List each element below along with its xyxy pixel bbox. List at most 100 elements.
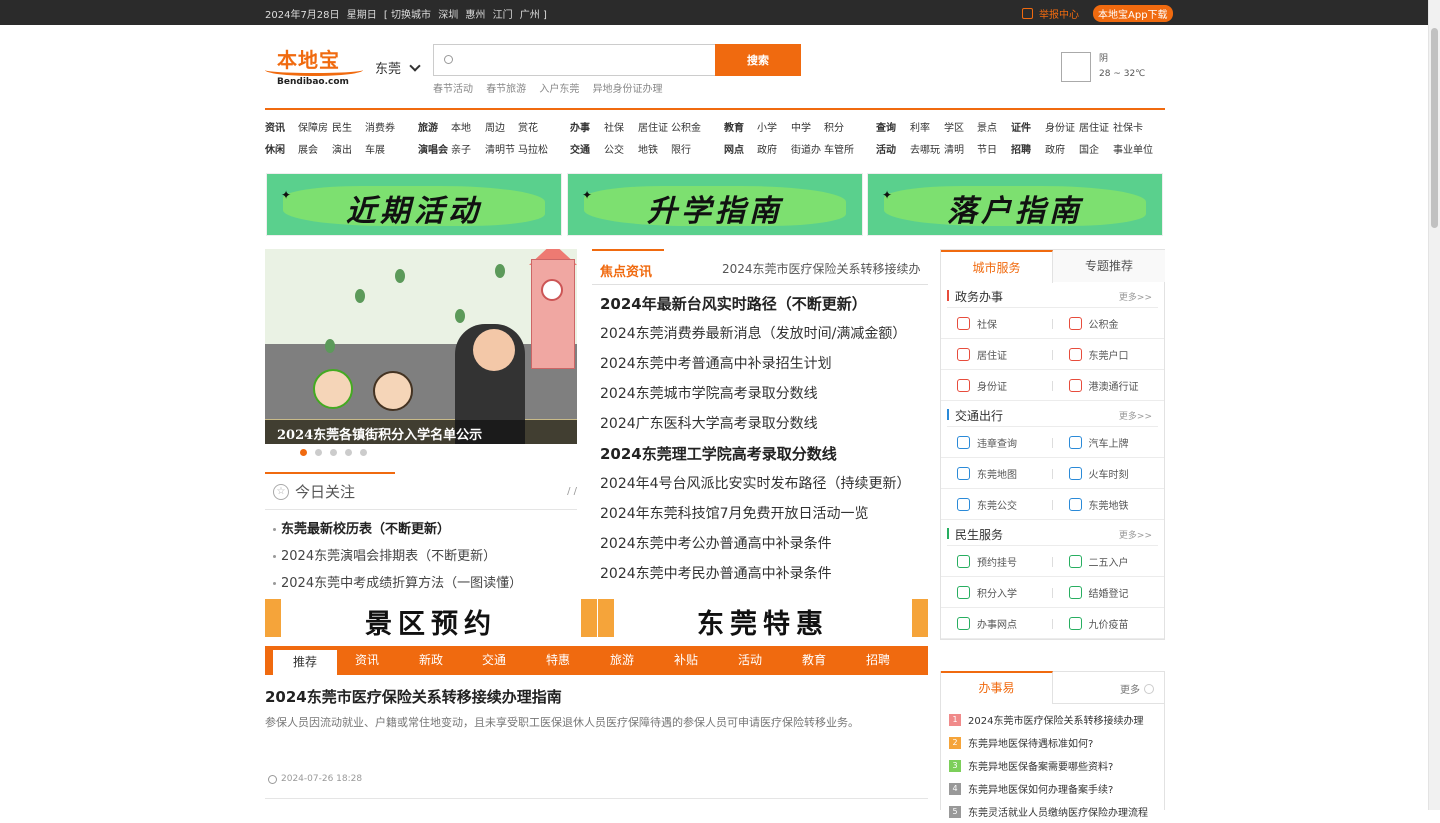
nav-link[interactable]: 政府 — [1045, 141, 1065, 156]
news-item[interactable]: 2024东莞中考民办普通高中补录条件 — [600, 559, 928, 589]
slider-dot[interactable] — [315, 449, 322, 456]
nav-link[interactable]: 车管所 — [824, 141, 854, 156]
nav-link[interactable]: 展会 — [298, 141, 318, 156]
banner-household-guide[interactable]: ✦ 落户指南 — [867, 173, 1163, 236]
hotword-link[interactable]: 异地身份证办理 — [593, 84, 663, 95]
news-item[interactable]: 2024年4号台风派比安实时发布路径（持续更新） — [600, 469, 928, 499]
news-item[interactable]: 2024广东医科大学高考录取分数线 — [600, 409, 928, 439]
service-link[interactable]: 公积金 — [1052, 308, 1164, 339]
site-logo[interactable]: 本地宝 Bendibao.com — [265, 42, 363, 88]
app-download-button[interactable]: 本地宝App下载 — [1093, 5, 1173, 22]
city-link-huizhou[interactable]: 惠州 — [465, 10, 485, 21]
list-item[interactable]: 3 东莞异地医保备案需要哪些资料? — [949, 754, 1164, 777]
news-item[interactable]: 2024东莞理工学院高考录取分数线 — [600, 439, 928, 469]
slider-dot[interactable] — [360, 449, 367, 456]
banner-school-guide[interactable]: ✦ 升学指南 — [567, 173, 863, 236]
nav-link[interactable]: 演唱会 — [418, 141, 448, 156]
nav-link[interactable]: 利率 — [910, 119, 930, 134]
news-item[interactable]: 2024年东莞科技馆7月免费开放日活动一览 — [600, 499, 928, 529]
slider-dot[interactable] — [330, 449, 337, 456]
more-link[interactable]: 更多>> — [1119, 528, 1152, 541]
service-link[interactable]: 汽车上牌 — [1052, 427, 1164, 458]
nav-link[interactable]: 网点 — [724, 141, 744, 156]
news-item[interactable]: 2024东莞中考公办普通高中补录条件 — [600, 529, 928, 559]
nav-link[interactable]: 去哪玩 — [910, 141, 940, 156]
ad-dongguan-deals[interactable]: 东莞特惠 — [598, 599, 928, 637]
tab-focus-news[interactable]: 焦点资讯 — [592, 249, 664, 285]
nav-link[interactable]: 清明 — [944, 141, 964, 156]
nav-link[interactable]: 政府 — [757, 141, 777, 156]
tab-item[interactable]: 招聘 — [846, 646, 910, 675]
nav-link[interactable]: 地铁 — [638, 141, 658, 156]
hotword-link[interactable]: 入户东莞 — [539, 84, 579, 95]
nav-link[interactable]: 消费券 — [365, 119, 395, 134]
nav-link[interactable]: 休闲 — [265, 141, 285, 156]
nav-link[interactable]: 交通 — [570, 141, 590, 156]
city-link-guangzhou[interactable]: 广州 ] — [520, 10, 547, 21]
service-link[interactable]: 港澳通行证 — [1052, 370, 1164, 401]
service-link[interactable]: 结婚登记 — [1052, 577, 1164, 608]
nav-link[interactable]: 街道办 — [791, 141, 821, 156]
more-link[interactable]: / / — [567, 486, 577, 497]
search-input[interactable] — [434, 45, 715, 75]
tab-item[interactable]: 旅游 — [590, 646, 654, 675]
scrollbar[interactable] — [1428, 0, 1440, 810]
service-link[interactable]: 东莞户口 — [1052, 339, 1164, 370]
tab-item[interactable]: 特惠 — [526, 646, 590, 675]
service-link[interactable]: 预约挂号 — [941, 546, 1053, 577]
nav-link[interactable]: 社保 — [604, 119, 624, 134]
nav-link[interactable]: 清明节 — [485, 141, 515, 156]
city-link-shenzhen[interactable]: 深圳 — [438, 10, 458, 21]
tab-topics[interactable]: 专题推荐 — [1053, 250, 1165, 282]
service-link[interactable]: 火车时刻 — [1052, 458, 1164, 489]
tab-item[interactable]: 补贴 — [654, 646, 718, 675]
nav-link[interactable]: 公交 — [604, 141, 624, 156]
image-slider[interactable]: 2024东莞各镇街积分入学名单公示 — [265, 249, 577, 444]
service-link[interactable]: 二五入户 — [1052, 546, 1164, 577]
nav-link[interactable]: 资讯 — [265, 119, 285, 134]
more-link[interactable]: 更多>> — [1119, 409, 1152, 422]
nav-link[interactable]: 旅游 — [418, 119, 438, 134]
news-marquee[interactable]: 2024东莞市医疗保险关系转移接续办 — [722, 260, 922, 277]
nav-link[interactable]: 节日 — [977, 141, 997, 156]
tab-city-services[interactable]: 城市服务 — [941, 250, 1053, 283]
nav-link[interactable]: 中学 — [791, 119, 811, 134]
nav-link[interactable]: 居住证 — [1079, 119, 1109, 134]
list-item[interactable]: 2024东莞中考成绩折算方法（一图读懂） — [273, 570, 577, 597]
nav-link[interactable]: 亲子 — [451, 141, 471, 156]
nav-link[interactable]: 周边 — [485, 119, 505, 134]
nav-link[interactable]: 教育 — [724, 119, 744, 134]
nav-link[interactable]: 查询 — [876, 119, 896, 134]
search-button[interactable]: 搜索 — [715, 44, 801, 76]
news-item[interactable]: 2024东莞中考普通高中补录招生计划 — [600, 349, 928, 379]
service-link[interactable]: 违章查询 — [941, 427, 1053, 458]
service-link[interactable]: 积分入学 — [941, 577, 1053, 608]
list-item[interactable]: 东莞最新校历表（不断更新） — [273, 516, 577, 543]
service-link[interactable]: 九价疫苗 — [1052, 608, 1164, 639]
nav-link[interactable]: 办事 — [570, 119, 590, 134]
list-item[interactable]: 1 2024东莞市医疗保险关系转移接续办理 — [949, 708, 1164, 731]
nav-link[interactable]: 身份证 — [1045, 119, 1075, 134]
tab-item[interactable]: 推荐 — [273, 650, 337, 675]
news-item[interactable]: 2024东莞消费券最新消息（发放时间/满减金额） — [600, 319, 928, 349]
more-link[interactable]: 更多 — [1120, 681, 1154, 696]
nav-link[interactable]: 居住证 — [638, 119, 668, 134]
list-item[interactable]: 2 东莞异地医保待遇标准如何? — [949, 731, 1164, 754]
nav-link[interactable]: 车展 — [365, 141, 385, 156]
hotword-link[interactable]: 春节旅游 — [486, 84, 526, 95]
service-link[interactable]: 东莞地铁 — [1052, 489, 1164, 520]
nav-link[interactable]: 招聘 — [1011, 141, 1031, 156]
tab-item[interactable]: 资讯 — [335, 646, 399, 675]
nav-link[interactable]: 证件 — [1011, 119, 1031, 134]
nav-link[interactable]: 马拉松 — [518, 141, 548, 156]
tab-item[interactable]: 教育 — [782, 646, 846, 675]
list-item[interactable]: 5 东莞灵活就业人员缴纳医疗保险办理流程 — [949, 800, 1164, 823]
tab-item[interactable]: 新政 — [399, 646, 463, 675]
list-item[interactable]: 2024东莞演唱会排期表（不断更新） — [273, 543, 577, 570]
nav-link[interactable]: 学区 — [944, 119, 964, 134]
service-link[interactable]: 东莞公交 — [941, 489, 1053, 520]
service-link[interactable]: 居住证 — [941, 339, 1053, 370]
slider-dot[interactable] — [300, 449, 307, 456]
news-item[interactable]: 2024年最新台风实时路径（不断更新） — [600, 289, 928, 319]
banner-activities[interactable]: ✦ 近期活动 — [266, 173, 562, 236]
